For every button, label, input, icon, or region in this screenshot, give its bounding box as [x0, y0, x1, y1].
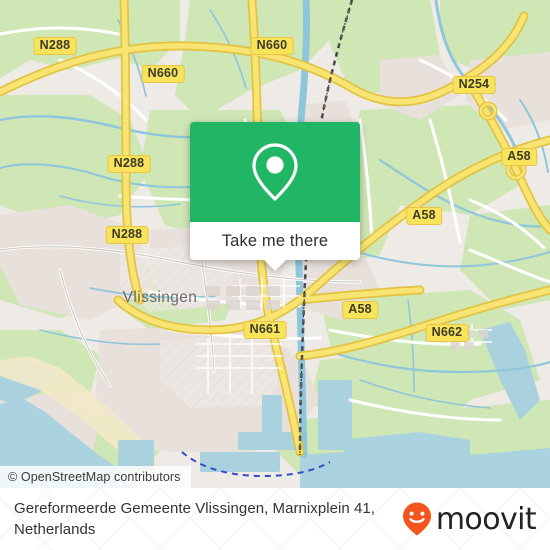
- callout-footer[interactable]: Take me there: [190, 222, 360, 271]
- road-shield: A58: [406, 207, 442, 225]
- callout-header: [190, 122, 360, 222]
- road-shield: N254: [452, 76, 496, 94]
- take-me-there-label: Take me there: [221, 231, 329, 250]
- road-shield: N662: [425, 324, 469, 342]
- road-shield: N660: [250, 37, 294, 55]
- moovit-logo[interactable]: moovit: [400, 501, 537, 537]
- road-shield: A58: [501, 148, 537, 166]
- footer-bar: Gereformeerde Gemeente Vlissingen, Marni…: [0, 488, 550, 550]
- road-shield: A58: [342, 301, 378, 319]
- road-shield: N661: [243, 321, 287, 339]
- road-shield: N660: [141, 65, 185, 83]
- callout-tail: [264, 260, 286, 271]
- road-shield: N288: [33, 37, 77, 55]
- map-pin-icon: [252, 143, 298, 201]
- moovit-wordmark: moovit: [435, 501, 537, 537]
- place-address: Gereformeerde Gemeente Vlissingen, Marni…: [14, 500, 376, 538]
- osm-attribution[interactable]: © OpenStreetMap contributors: [0, 466, 191, 488]
- moovit-map-share-card: Vlissingen N288 N660 N660 N254 A58 N288 A58 N28…: [0, 0, 550, 550]
- road-shield: N288: [107, 155, 151, 173]
- road-shield: N288: [105, 226, 149, 244]
- moovit-pin-icon: [402, 502, 431, 536]
- map-place-label: Vlissingen: [123, 289, 198, 306]
- take-me-there-callout[interactable]: Take me there: [190, 122, 360, 271]
